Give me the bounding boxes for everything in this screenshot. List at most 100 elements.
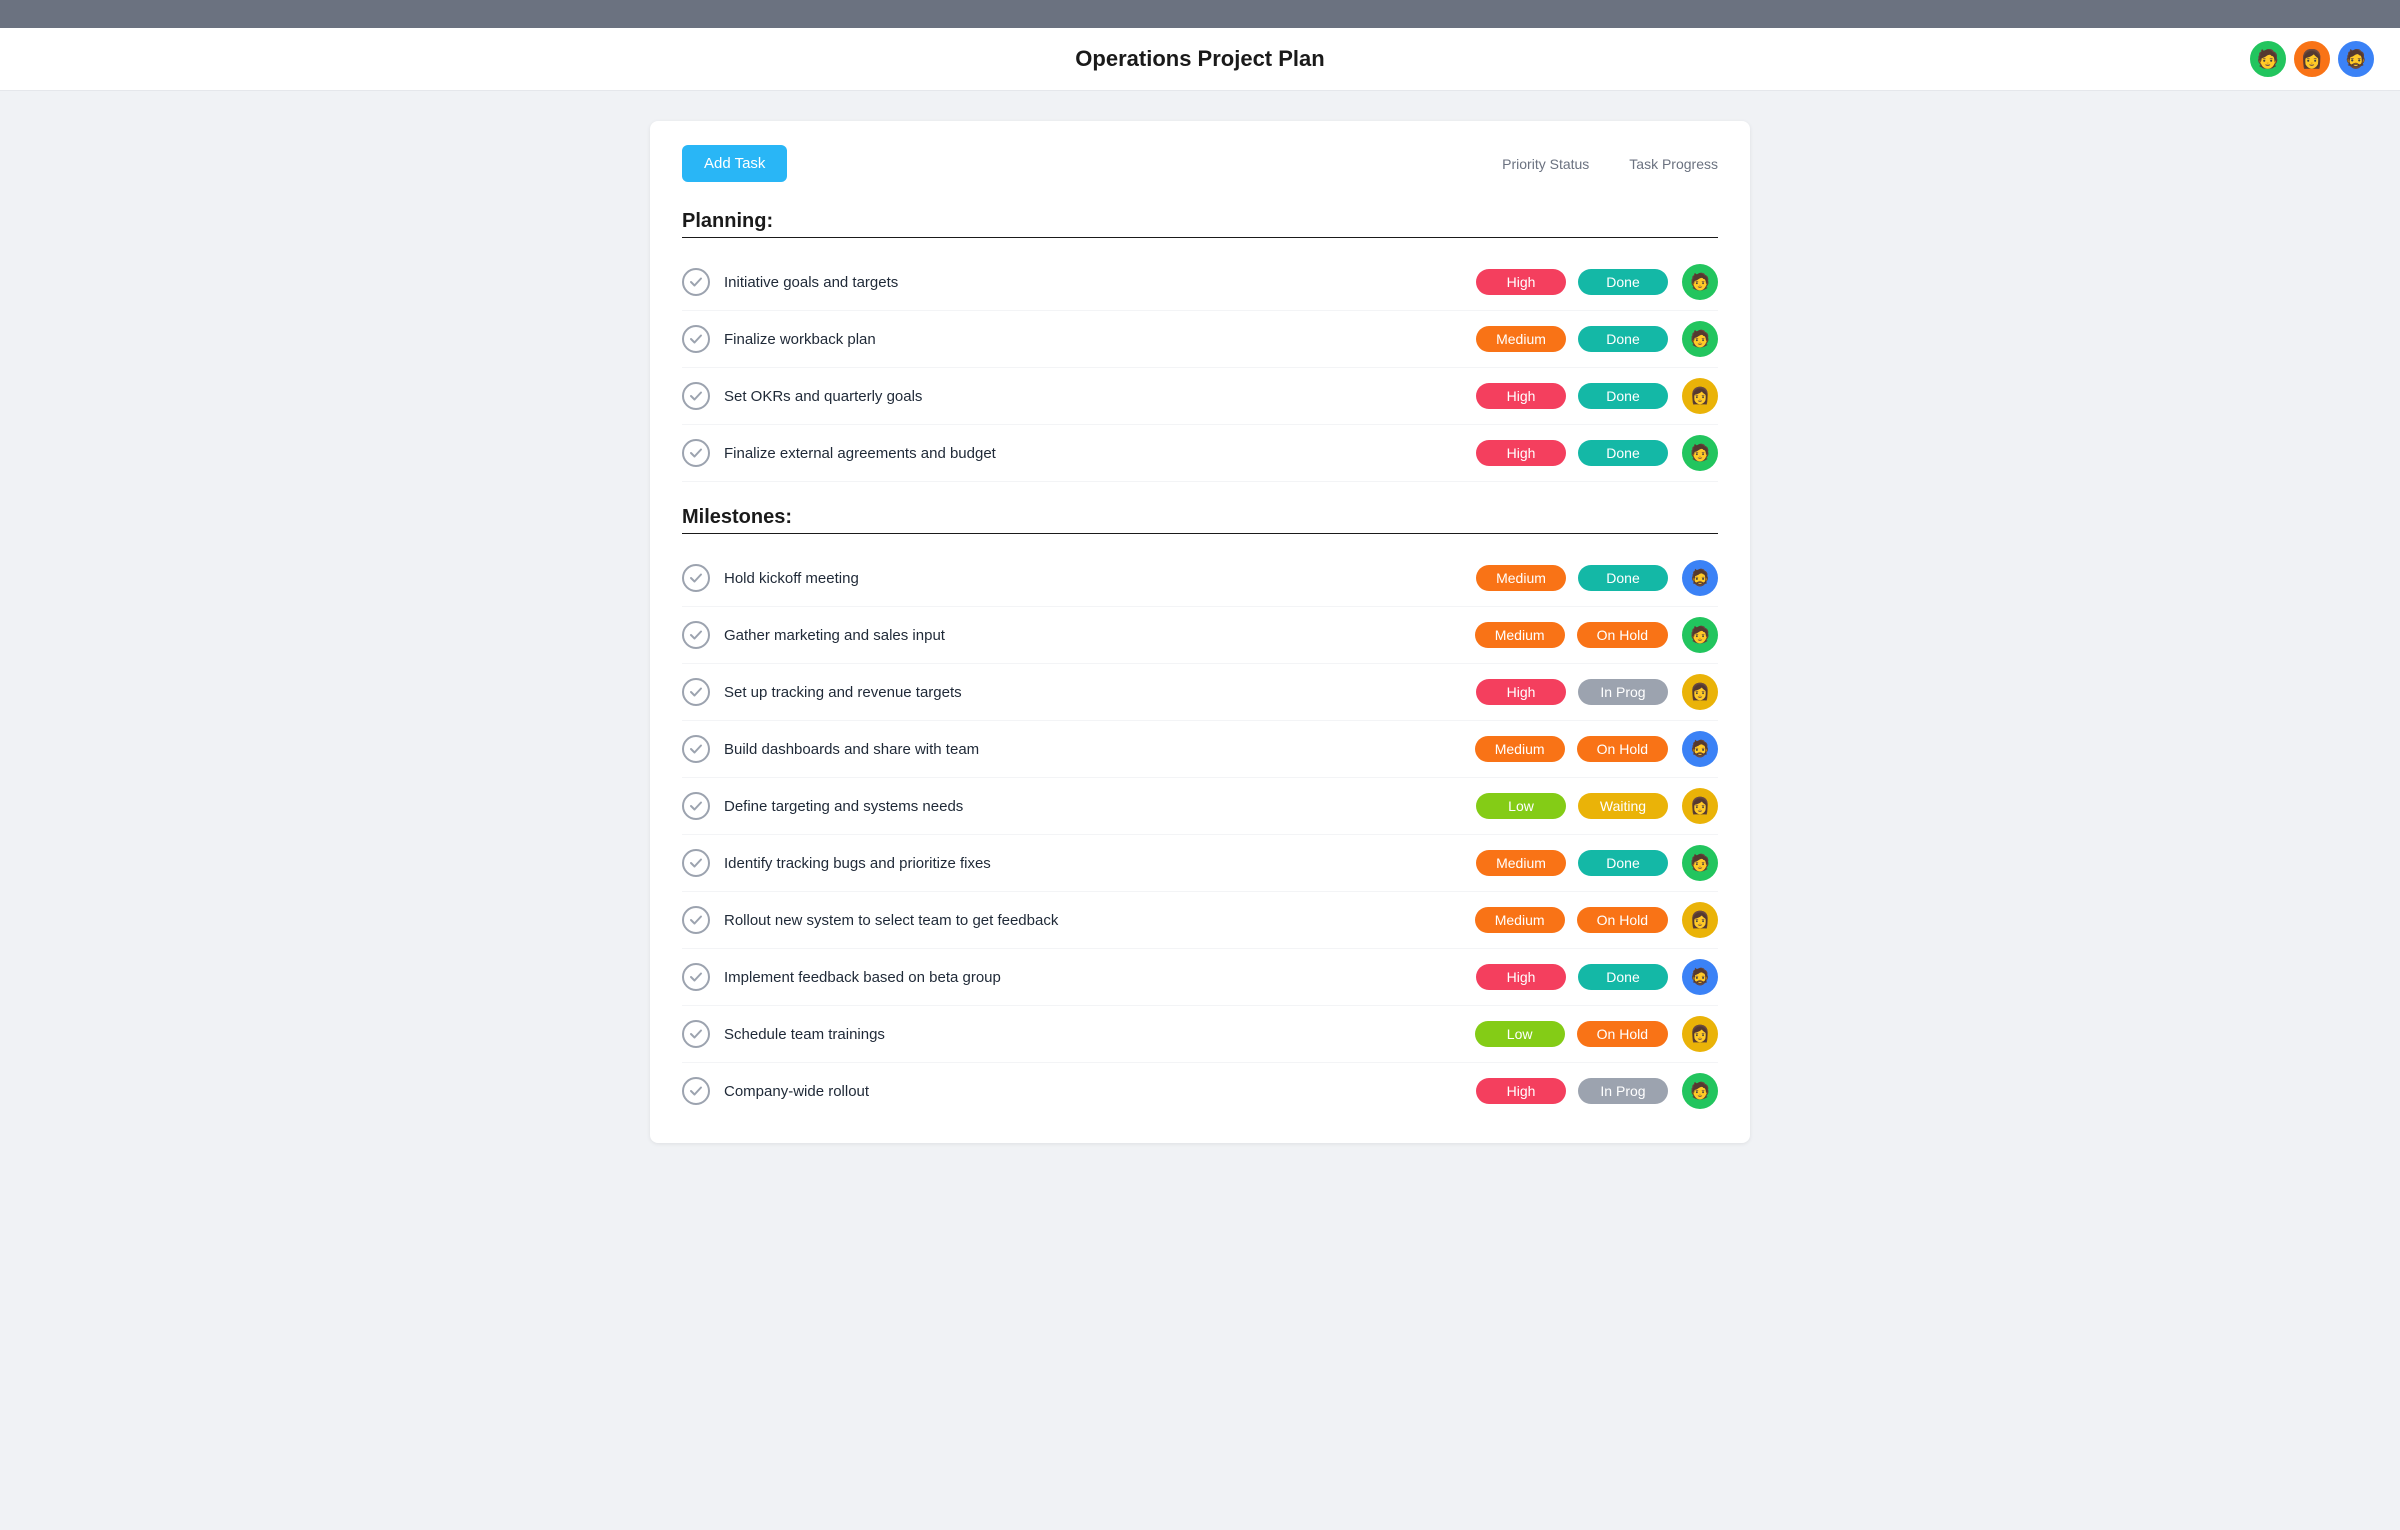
task-badges: High Done — [1476, 440, 1668, 466]
task-check-icon[interactable] — [682, 621, 710, 649]
task-name: Identify tracking bugs and prioritize fi… — [724, 855, 1476, 872]
table-row: Company-wide rolloutHighIn Prog 🧑 — [682, 1063, 1718, 1119]
table-row: Set OKRs and quarterly goalsHighDone👩 — [682, 368, 1718, 425]
avatar: 🧑 — [1682, 1073, 1718, 1109]
status-badge: Done — [1578, 440, 1668, 466]
toolbar-labels: Priority Status Task Progress — [1502, 156, 1718, 172]
task-badges: Medium Done — [1476, 565, 1668, 591]
task-name: Initiative goals and targets — [724, 274, 1476, 291]
table-row: Identify tracking bugs and prioritize fi… — [682, 835, 1718, 892]
avatar: 👩 — [1682, 378, 1718, 414]
task-check-icon[interactable] — [682, 268, 710, 296]
task-badges: MediumDone — [1476, 326, 1668, 352]
task-check-icon[interactable] — [682, 792, 710, 820]
status-badge: Done — [1578, 326, 1668, 352]
priority-badge: Medium — [1476, 565, 1566, 591]
task-badges: Low Waiting — [1476, 793, 1668, 819]
status-badge: On Hold — [1577, 736, 1668, 762]
task-check-icon[interactable] — [682, 963, 710, 991]
table-row: Finalize external agreements and budgetH… — [682, 425, 1718, 482]
task-name: Hold kickoff meeting — [724, 570, 1476, 587]
avatar: 🧔 — [1682, 959, 1718, 995]
avatar: 🧔 — [1682, 731, 1718, 767]
avatar: 👩 — [1682, 788, 1718, 824]
avatar-2: 👩 — [2292, 39, 2332, 79]
table-row: Gather marketing and sales inputMediumOn… — [682, 607, 1718, 664]
table-row: Hold kickoff meetingMedium Done 🧔 — [682, 550, 1718, 607]
sections-container: Planning: Initiative goals and targetsHi… — [682, 202, 1718, 1119]
priority-badge: Low — [1475, 1021, 1565, 1047]
task-check-icon[interactable] — [682, 906, 710, 934]
section-divider-1 — [682, 533, 1718, 534]
task-badges: HighDone — [1476, 383, 1668, 409]
priority-badge: High — [1476, 440, 1566, 466]
task-check-icon[interactable] — [682, 678, 710, 706]
top-bar — [0, 0, 2400, 28]
status-badge: On Hold — [1577, 1021, 1668, 1047]
table-row: Schedule team trainingsLow On Hold 👩 — [682, 1006, 1718, 1063]
status-badge: Done — [1578, 269, 1668, 295]
task-check-icon[interactable] — [682, 325, 710, 353]
avatar-3: 🧔 — [2336, 39, 2376, 79]
task-name: Company-wide rollout — [724, 1083, 1476, 1100]
avatar: 🧑 — [1682, 264, 1718, 300]
task-check-icon[interactable] — [682, 564, 710, 592]
task-badges: MediumOn Hold — [1475, 736, 1668, 762]
table-row: Rollout new system to select team to get… — [682, 892, 1718, 949]
section-divider-0 — [682, 237, 1718, 238]
avatar: 🧑 — [1682, 321, 1718, 357]
avatar: 🧑 — [1682, 435, 1718, 471]
task-name: Set up tracking and revenue targets — [724, 684, 1476, 701]
task-check-icon[interactable] — [682, 382, 710, 410]
priority-status-label: Priority Status — [1502, 156, 1589, 172]
section-title-1: Milestones: — [682, 498, 1718, 529]
page-title: Operations Project Plan — [1075, 46, 1324, 72]
priority-badge: High — [1476, 1078, 1566, 1104]
priority-badge: High — [1476, 679, 1566, 705]
status-badge: Waiting — [1578, 793, 1668, 819]
task-name: Finalize external agreements and budget — [724, 445, 1476, 462]
avatar: 👩 — [1682, 1016, 1718, 1052]
task-progress-label: Task Progress — [1629, 156, 1718, 172]
status-badge: In Prog — [1578, 679, 1668, 705]
avatar-1: 🧑 — [2248, 39, 2288, 79]
task-badges: High Done — [1476, 269, 1668, 295]
status-badge: Done — [1578, 964, 1668, 990]
task-badges: HighDone — [1476, 964, 1668, 990]
section-title-0: Planning: — [682, 202, 1718, 233]
toolbar: Add Task Priority Status Task Progress — [682, 145, 1718, 182]
status-badge: On Hold — [1577, 907, 1668, 933]
status-badge: Done — [1578, 565, 1668, 591]
task-name: Build dashboards and share with team — [724, 741, 1475, 758]
avatar: 👩 — [1682, 902, 1718, 938]
header: Operations Project Plan 🧑 👩 🧔 — [0, 28, 2400, 91]
status-badge: Done — [1578, 850, 1668, 876]
priority-badge: Medium — [1475, 907, 1565, 933]
task-name: Implement feedback based on beta group — [724, 969, 1476, 986]
avatar: 🧔 — [1682, 560, 1718, 596]
task-badges: MediumDone — [1476, 850, 1668, 876]
priority-badge: Medium — [1475, 622, 1565, 648]
task-badges: High In Prog — [1476, 679, 1668, 705]
avatar: 👩 — [1682, 674, 1718, 710]
avatar: 🧑 — [1682, 845, 1718, 881]
priority-badge: Low — [1476, 793, 1566, 819]
table-row: Finalize workback planMediumDone🧑 — [682, 311, 1718, 368]
header-avatars: 🧑 👩 🧔 — [2248, 39, 2376, 79]
table-row: Initiative goals and targetsHigh Done 🧑 — [682, 254, 1718, 311]
task-check-icon[interactable] — [682, 1077, 710, 1105]
task-badges: Medium On Hold — [1475, 907, 1668, 933]
task-check-icon[interactable] — [682, 1020, 710, 1048]
task-name: Define targeting and systems needs — [724, 798, 1476, 815]
table-row: Define targeting and systems needsLow Wai… — [682, 778, 1718, 835]
task-check-icon[interactable] — [682, 849, 710, 877]
table-row: Implement feedback based on beta groupHi… — [682, 949, 1718, 1006]
add-task-button[interactable]: Add Task — [682, 145, 787, 182]
task-check-icon[interactable] — [682, 439, 710, 467]
task-badges: HighIn Prog — [1476, 1078, 1668, 1104]
avatar: 🧑 — [1682, 617, 1718, 653]
task-name: Schedule team trainings — [724, 1026, 1475, 1043]
status-badge: On Hold — [1577, 622, 1668, 648]
task-check-icon[interactable] — [682, 735, 710, 763]
priority-badge: High — [1476, 269, 1566, 295]
